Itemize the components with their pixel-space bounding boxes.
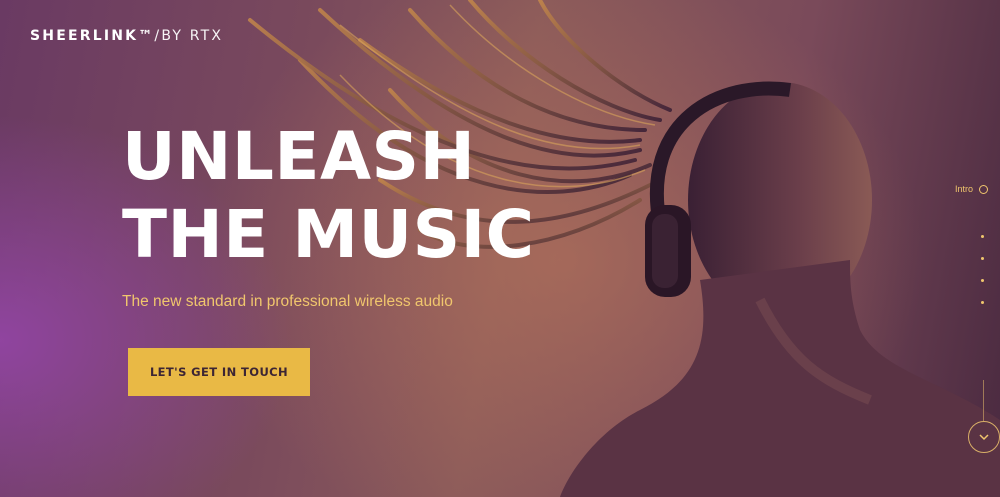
get-in-touch-button[interactable]: LET'S GET IN TOUCH [128, 348, 310, 396]
ring-indicator-icon [979, 184, 988, 194]
brand-byline: /BY RTX [154, 28, 224, 44]
hero-section: SHEERLINK™/BY RTX UNLEASH THE MUSIC The … [0, 0, 1000, 497]
site-logo[interactable]: SHEERLINK™/BY RTX [30, 28, 223, 44]
chevron-down-icon [979, 433, 989, 440]
scroll-down-button[interactable] [968, 421, 1000, 453]
section-nav-intro[interactable]: Intro [955, 184, 988, 194]
section-nav-dot[interactable] [981, 235, 984, 238]
section-nav-dot[interactable] [981, 301, 984, 304]
headline-line-2: THE MUSIC [122, 196, 535, 273]
section-nav: Intro [920, 180, 1000, 310]
hero-headline: UNLEASH THE MUSIC [122, 118, 535, 274]
scroll-indicator-line [983, 380, 984, 421]
section-nav-intro-label: Intro [954, 184, 973, 194]
headline-line-1: UNLEASH [122, 118, 476, 195]
section-nav-dot[interactable] [981, 279, 984, 282]
brand-name: SHEERLINK™ [30, 28, 155, 44]
hero-subtitle: The new standard in professional wireles… [122, 293, 453, 310]
section-nav-dot[interactable] [981, 257, 984, 260]
